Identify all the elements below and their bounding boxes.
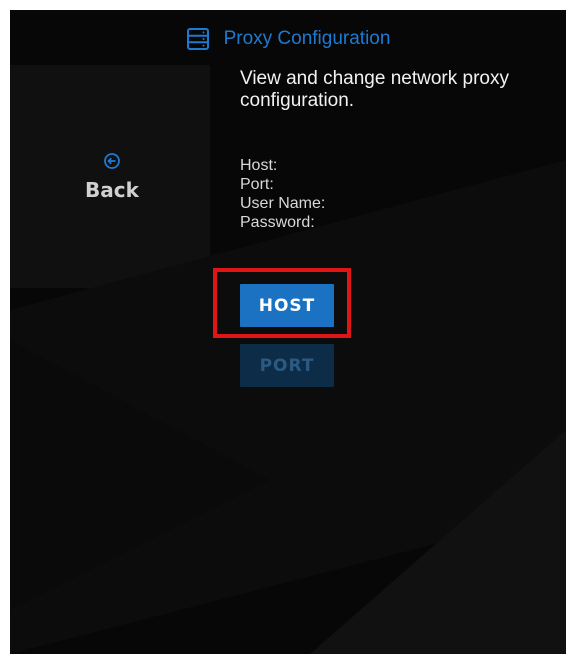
back-button[interactable]: Back [76, 152, 148, 202]
back-arrow-circle-icon[interactable] [103, 152, 121, 170]
field-label-port: Port: [240, 176, 274, 193]
server-icon [186, 28, 209, 50]
field-label-username: User Name: [240, 195, 326, 212]
page-description: View and change network proxy configurat… [240, 68, 509, 111]
title-bar: Proxy Configuration [10, 24, 566, 54]
port-button[interactable]: PORT [240, 344, 334, 387]
host-button[interactable]: HOST [240, 284, 334, 327]
field-label-password: Password: [240, 214, 315, 231]
proxy-configuration-screen: Proxy Configuration Back View and change… [10, 10, 566, 654]
back-label[interactable]: Back [85, 178, 139, 202]
page-title: Proxy Configuration [223, 28, 391, 49]
proxy-field-list: Host: Port: User Name: Password: [240, 156, 325, 232]
field-label-host: Host: [240, 157, 278, 174]
